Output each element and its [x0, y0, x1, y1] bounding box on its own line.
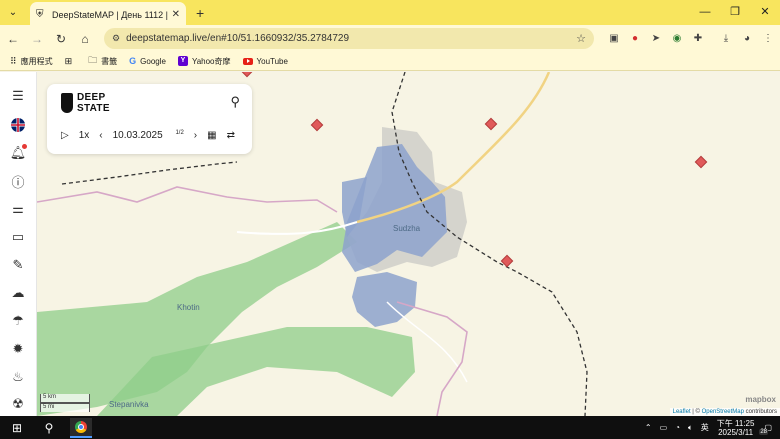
- browser-tab[interactable]: ⛨ DeepStateMAP | День 1112 | К ✕: [30, 2, 186, 27]
- map-attribution: Leaflet | © OpenStreetMap contributors: [669, 408, 780, 416]
- notification-bell-icon[interactable]: 🔔︎: [8, 143, 28, 163]
- event-marker: [694, 155, 708, 169]
- download-icon[interactable]: ⤓: [716, 33, 736, 44]
- place-label-sudzha: Sudzha: [393, 224, 421, 233]
- home-icon[interactable]: ⌂: [74, 32, 96, 46]
- bookmark-apps[interactable]: ⠿ 應用程式: [10, 56, 53, 67]
- info-icon[interactable]: ⓘ: [8, 171, 28, 191]
- parachute-icon[interactable]: ☂: [8, 311, 28, 331]
- minimize-icon[interactable]: —: [690, 0, 720, 25]
- forward-icon[interactable]: →: [26, 32, 48, 46]
- site-info-icon[interactable]: ⚙: [112, 33, 120, 44]
- bookmark-tab-groups[interactable]: ⊞: [65, 56, 77, 67]
- bookmarks-bar: ⠿ 應用程式 ⊞ 🗀 書籤 G Google Y Yahoo奇摩 YouTube: [0, 52, 780, 71]
- taskbar-search-icon[interactable]: ⚲: [38, 421, 60, 435]
- bookmark-star-icon[interactable]: ☆: [576, 32, 586, 45]
- page-content: ☰ 🔔︎ ⓘ ⚌ ▭ ✎ ☁ ☂ ✹ ♨ ☢ Sudzha Khotin Ste…: [0, 72, 780, 416]
- deepstate-panel: DEEP STATE ⚲ ▷ 1x ‹ 10.03.2025 1/2 › ▦ ⇄: [47, 84, 252, 154]
- tab-title: DeepStateMAP | День 1112 | К: [52, 9, 168, 20]
- restore-icon[interactable]: ❐: [720, 0, 750, 25]
- tab-groups-icon: ⊞: [64, 55, 73, 66]
- place-label-khotin: Khotin: [177, 303, 200, 312]
- radiation-icon[interactable]: ☢: [8, 394, 28, 414]
- window-controls: — ❐ ✕: [690, 0, 780, 25]
- map-scale: 5 km 5 mi: [40, 394, 90, 412]
- tray-chevron-icon[interactable]: ⌃: [645, 423, 652, 432]
- taskbar-chrome-button[interactable]: [70, 417, 92, 438]
- scale-mi: 5 mi: [40, 403, 90, 412]
- new-tab-button[interactable]: +: [196, 5, 204, 21]
- notification-center-icon[interactable]: ▢ 28: [759, 423, 772, 435]
- calendar-icon[interactable]: ▦: [207, 130, 216, 141]
- windows-taskbar: ⊞ ⚲ ⌃ ▭ ◔ 🔈︎ 英 下午 11:25 2025/3/11 ▢ 28: [0, 416, 780, 439]
- event-marker: [240, 72, 254, 78]
- deepstate-logo[interactable]: DEEP STATE: [61, 92, 110, 114]
- play-icon[interactable]: ▷: [61, 130, 69, 141]
- extension-icon[interactable]: ▣: [604, 33, 624, 44]
- system-tray: ⌃ ▭ ◔ 🔈︎ 英 下午 11:25 2025/3/11 ▢ 28: [645, 416, 780, 439]
- tab-strip: ⌄ ⛨ DeepStateMAP | День 1112 | К ✕ + — ❐…: [0, 0, 780, 27]
- event-marker: [484, 117, 498, 131]
- clock[interactable]: 下午 11:25 2025/3/11: [717, 419, 755, 437]
- place-label-stepanivka: Stepanivka: [109, 400, 149, 409]
- occupied-area-south: [352, 272, 417, 327]
- mapbox-logo[interactable]: mapbox: [745, 395, 776, 404]
- speed-button[interactable]: 1x: [79, 130, 90, 141]
- date-display[interactable]: 10.03.2025 1/2: [113, 130, 184, 141]
- draw-pencil-icon[interactable]: ✎: [8, 255, 28, 275]
- ruler-icon[interactable]: ▭: [8, 227, 28, 247]
- bookmark-google[interactable]: G Google: [129, 56, 166, 66]
- menu-kebab-icon[interactable]: ⋮: [758, 33, 778, 44]
- browser-toolbar: ← → ↻ ⌂ ⚙ deepstatemap.live/en#10/51.166…: [0, 25, 780, 52]
- yahoo-icon: Y: [177, 56, 188, 66]
- search-icon[interactable]: ⚲: [230, 94, 240, 110]
- notification-dot: [22, 144, 27, 149]
- bookmark-folder[interactable]: 🗀 書籤: [88, 53, 117, 69]
- explosion-icon[interactable]: ✹: [8, 339, 28, 359]
- apps-grid-icon: ⠿: [10, 55, 17, 66]
- compare-arrows-icon[interactable]: ⇄: [227, 130, 235, 141]
- battery-icon[interactable]: ▭: [660, 423, 668, 432]
- close-icon[interactable]: ✕: [172, 9, 180, 20]
- scale-km: 5 km: [40, 394, 90, 403]
- border-north: [61, 161, 238, 185]
- youtube-icon: [242, 57, 253, 65]
- chevron-right-icon[interactable]: ›: [194, 130, 197, 141]
- extension-red-icon[interactable]: ●: [625, 33, 645, 44]
- google-icon: G: [129, 56, 137, 66]
- left-sidebar: ☰ 🔔︎ ⓘ ⚌ ▭ ✎ ☁ ☂ ✹ ♨ ☢: [0, 72, 37, 416]
- hamburger-menu-icon[interactable]: ☰: [8, 86, 28, 106]
- event-marker: [310, 118, 324, 132]
- tab-search-icon[interactable]: ⌄: [4, 4, 22, 22]
- bookmark-youtube[interactable]: YouTube: [242, 57, 288, 66]
- address-bar[interactable]: ⚙ deepstatemap.live/en#10/51.1660932/35.…: [104, 28, 594, 49]
- leaflet-link[interactable]: Leaflet: [673, 409, 691, 415]
- url-text[interactable]: deepstatemap.live/en#10/51.1660932/35.27…: [126, 33, 576, 44]
- chrome-icon: [75, 420, 87, 433]
- extensions-puzzle-icon[interactable]: ✚: [688, 33, 708, 44]
- wifi-icon[interactable]: ◔: [675, 423, 680, 432]
- chevron-left-icon[interactable]: ‹: [99, 130, 102, 141]
- bookmark-yahoo[interactable]: Y Yahoo奇摩: [177, 56, 231, 67]
- ime-indicator[interactable]: 英: [701, 422, 709, 433]
- volume-icon[interactable]: 🔈︎: [688, 423, 693, 433]
- reload-icon[interactable]: ↻: [50, 32, 72, 46]
- extension-green-icon[interactable]: ◉: [667, 33, 687, 44]
- filters-sliders-icon[interactable]: ⚌: [8, 199, 28, 219]
- region-border: [37, 186, 338, 213]
- map-canvas[interactable]: Sudzha Khotin Stepanivka DEEP STATE ⚲ ▷ …: [37, 72, 780, 416]
- deepstate-icon: ⛨: [36, 8, 44, 20]
- folder-icon: 🗀: [88, 55, 98, 65]
- timeline-controls: ▷ 1x ‹ 10.03.2025 1/2 › ▦ ⇄: [61, 130, 245, 141]
- uk-flag-icon[interactable]: [8, 115, 28, 135]
- osm-link[interactable]: OpenStreetMap: [702, 409, 744, 415]
- extension-arrow-icon[interactable]: ➤: [646, 33, 666, 44]
- windows-start-icon[interactable]: ⊞: [6, 421, 28, 435]
- fire-icon[interactable]: ♨: [8, 367, 28, 387]
- back-icon[interactable]: ←: [2, 32, 24, 46]
- cloud-icon[interactable]: ☁: [8, 283, 28, 303]
- profile-avatar[interactable]: ◕: [737, 33, 757, 44]
- window-close-icon[interactable]: ✕: [750, 0, 780, 25]
- deepstate-shield-icon: [61, 93, 73, 113]
